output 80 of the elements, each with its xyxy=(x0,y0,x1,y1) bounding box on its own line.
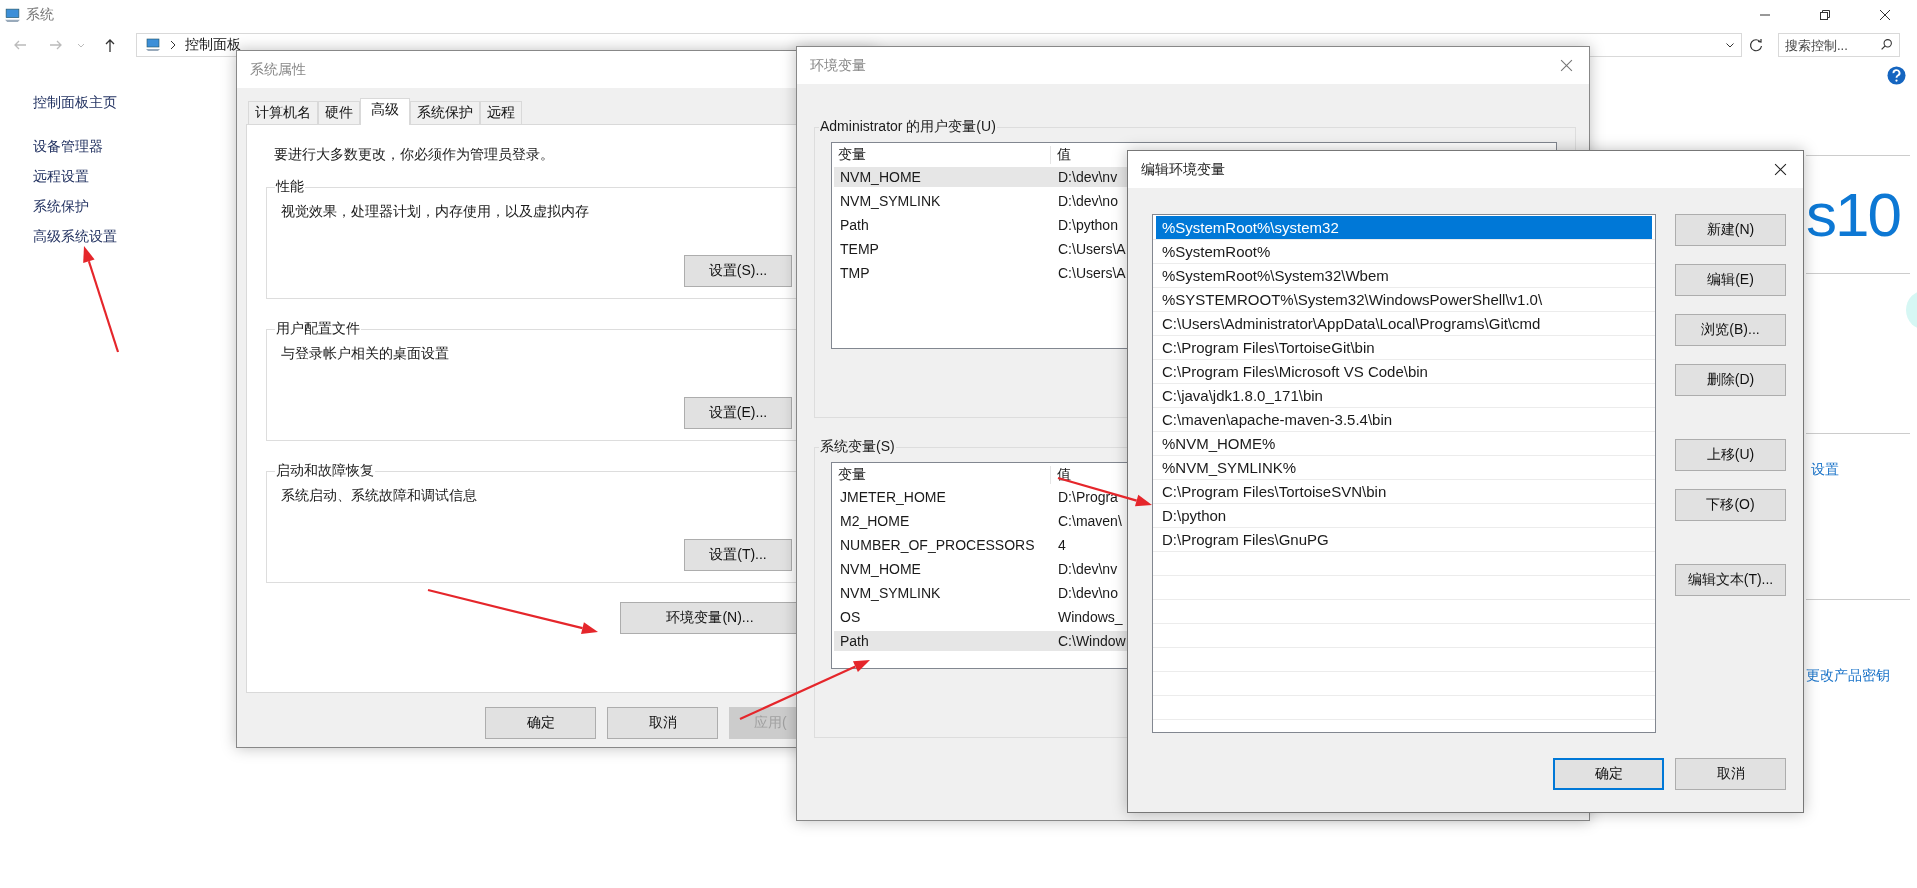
table-cell-text: 4 xyxy=(1057,536,1066,553)
sidebar-link[interactable]: 高级系统设置 xyxy=(33,228,117,245)
table-cell-text: D:\dev\nv xyxy=(1057,560,1118,577)
settings-button[interactable]: 设置(E)... xyxy=(684,397,792,429)
table-cell-text: NVM_HOME xyxy=(839,560,922,577)
table-cell-text: D:\python xyxy=(1057,216,1118,233)
dialog-button[interactable]: 确定 xyxy=(485,707,596,739)
list-item[interactable]: %SystemRoot%\system32 xyxy=(1156,216,1652,240)
table-cell-text: C:\Users\A xyxy=(1057,264,1126,281)
table-cell-text: Path xyxy=(839,216,870,233)
breadcrumb-item[interactable]: 控制面板 xyxy=(185,36,241,54)
window-title: 系统 xyxy=(26,6,54,24)
close-icon[interactable] xyxy=(1774,163,1787,176)
close-icon[interactable] xyxy=(1879,9,1891,21)
table-cell-text: D:\dev\no xyxy=(1057,584,1118,601)
dialog-button[interactable]: 取消 xyxy=(607,707,718,739)
action-button[interactable]: 编辑(E) xyxy=(1675,264,1786,296)
table-cell-text: NUMBER_OF_PROCESSORS xyxy=(839,536,1036,553)
table-cell-text: TMP xyxy=(839,264,871,281)
settings-button[interactable]: 设置(T)... xyxy=(684,539,792,571)
sidebar-link[interactable]: 系统保护 xyxy=(33,198,89,215)
computer-icon xyxy=(145,37,161,53)
restore-icon[interactable] xyxy=(1819,9,1831,21)
table-cell-text: C:\Window xyxy=(1057,632,1126,649)
search-icon xyxy=(1880,38,1893,51)
table-cell-text: JMETER_HOME xyxy=(839,488,947,505)
dialog-title: 环境变量 xyxy=(810,56,866,75)
tab[interactable]: 系统保护 xyxy=(410,101,480,124)
column-header[interactable]: 变量 xyxy=(832,466,1051,484)
product-key-link[interactable]: 更改产品密钥 xyxy=(1806,667,1890,685)
sidebar-link[interactable]: 远程设置 xyxy=(33,168,89,185)
table-cell-text: NVM_SYMLINK xyxy=(839,584,942,601)
action-button[interactable]: 下移(O) xyxy=(1675,489,1786,521)
tab[interactable]: 硬件 xyxy=(318,101,360,124)
table-cell-text: NVM_HOME xyxy=(839,168,922,185)
group-title: 启动和故障恢复 xyxy=(275,462,375,480)
table-cell-text: M2_HOME xyxy=(839,512,911,529)
dialog-button[interactable]: 确定 xyxy=(1553,758,1664,790)
settings-link[interactable]: 设置 xyxy=(1811,461,1839,479)
table-cell-text: Path xyxy=(839,632,870,649)
tab[interactable]: 高级 xyxy=(360,98,410,125)
group-description: 系统启动、系统故障和调试信息 xyxy=(281,487,477,505)
action-button[interactable]: 上移(U) xyxy=(1675,439,1786,471)
table-cell-text: Windows_ xyxy=(1057,608,1123,625)
search-field[interactable]: 搜索控制... xyxy=(1778,33,1900,57)
windows-logo-text: s10 xyxy=(1806,184,1900,246)
computer-icon xyxy=(4,6,21,24)
action-button[interactable]: 删除(D) xyxy=(1675,364,1786,396)
tab[interactable]: 远程 xyxy=(480,101,522,124)
sidebar-link[interactable]: 设备管理器 xyxy=(33,138,103,155)
action-button[interactable]: 浏览(B)... xyxy=(1675,314,1786,346)
group-description: 视觉效果，处理器计划，内存使用，以及虚拟内存 xyxy=(281,203,589,221)
sidebar-link[interactable]: 控制面板主页 xyxy=(33,94,117,111)
dialog-title: 编辑环境变量 xyxy=(1141,160,1225,179)
table-cell-text: C:\Users\A xyxy=(1057,240,1126,257)
group-title: Administrator 的用户变量(U) xyxy=(819,118,997,136)
action-button[interactable]: 编辑文本(T)... xyxy=(1675,564,1786,596)
column-header[interactable]: 变量 xyxy=(832,146,1051,164)
settings-button[interactable]: 设置(S)... xyxy=(684,255,792,287)
table-cell-text: NVM_SYMLINK xyxy=(839,192,942,209)
table-cell-text: C:\maven\ xyxy=(1057,512,1122,529)
notice-text: 要进行大多数更改，你必须作为管理员登录。 xyxy=(274,146,554,164)
tab[interactable]: 计算机名 xyxy=(248,101,318,124)
table-cell-text: OS xyxy=(839,608,862,625)
group-title: 用户配置文件 xyxy=(275,320,361,338)
refresh-icon[interactable] xyxy=(1748,37,1764,53)
table-cell-text: TEMP xyxy=(839,240,880,257)
group-description: 与登录帐户相关的桌面设置 xyxy=(281,345,449,363)
chevron-right-icon xyxy=(169,40,177,50)
help-icon[interactable] xyxy=(1887,66,1906,85)
table-cell-text: D:\dev\no xyxy=(1057,192,1118,209)
dialog-title: 系统属性 xyxy=(250,60,306,79)
action-button[interactable]: 新建(N) xyxy=(1675,214,1786,246)
table-cell-text: D:\Progra xyxy=(1057,488,1118,505)
chevron-down-icon[interactable] xyxy=(1725,40,1735,50)
group-title: 性能 xyxy=(275,178,305,196)
column-header[interactable]: 值 xyxy=(1051,146,1071,164)
table-cell-text: D:\dev\nv xyxy=(1057,168,1118,185)
dialog-button[interactable]: 取消 xyxy=(1675,758,1786,790)
group-title: 系统变量(S) xyxy=(819,438,896,456)
